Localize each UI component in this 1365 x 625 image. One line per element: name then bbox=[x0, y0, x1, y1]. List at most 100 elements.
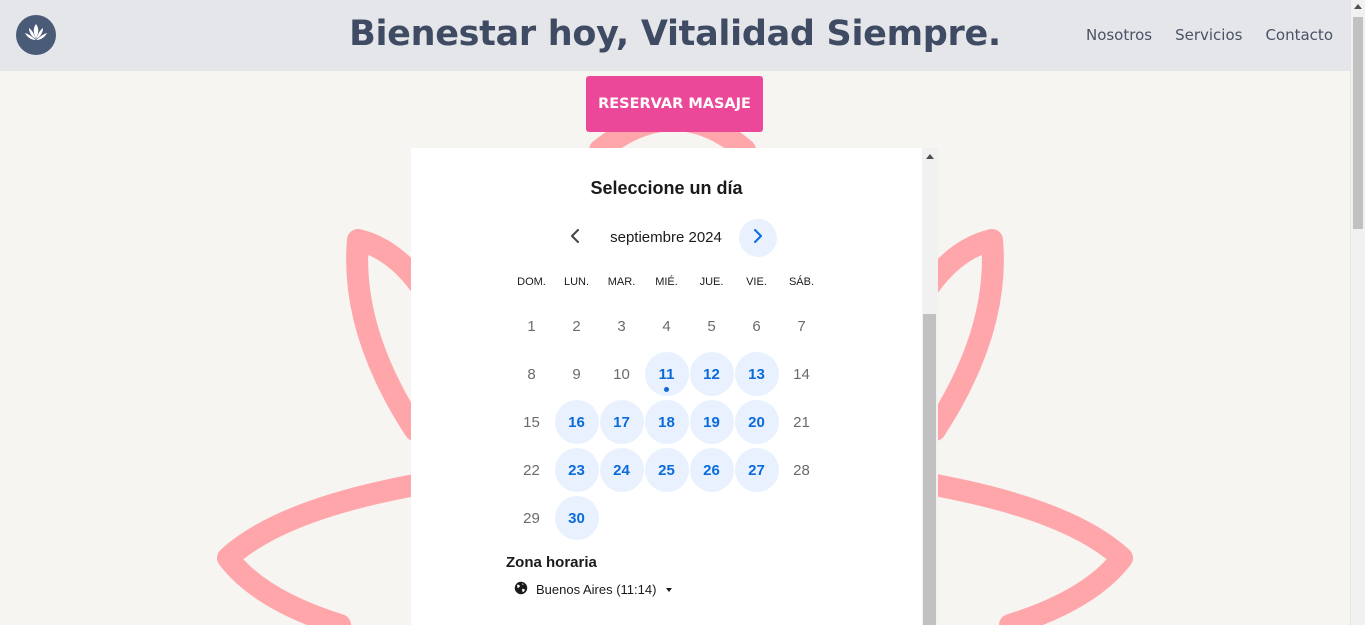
calendar-day-number[interactable]: 24 bbox=[599, 448, 644, 492]
calendar-day-number: 8 bbox=[527, 365, 536, 383]
main-nav: Nosotros Servicios Contacto bbox=[1086, 26, 1333, 44]
previous-month-button[interactable] bbox=[556, 219, 594, 257]
calendar-day-available[interactable]: 27 bbox=[734, 446, 779, 494]
calendar-day-number[interactable]: 16 bbox=[554, 400, 599, 444]
calendar-day-unavailable: 14 bbox=[779, 350, 824, 398]
booking-widget: Seleccione un día septiembre 2024 DOM. L… bbox=[411, 148, 922, 625]
calendar-day-unavailable: 8 bbox=[509, 350, 554, 398]
calendar-day-unavailable: 2 bbox=[554, 302, 599, 350]
scroll-up-arrow-icon[interactable] bbox=[926, 154, 934, 159]
calendar-day-unavailable: 5 bbox=[689, 302, 734, 350]
calendar-day-unavailable: 21 bbox=[779, 398, 824, 446]
calendar-day-available[interactable]: 25 bbox=[644, 446, 689, 494]
globe-icon bbox=[514, 581, 528, 598]
nav-link-servicios[interactable]: Servicios bbox=[1175, 26, 1242, 44]
calendar-day-number: 4 bbox=[662, 317, 671, 335]
calendar-week-row: 1 2 3 4 5 6 7 bbox=[509, 302, 824, 350]
calendar-day-number[interactable]: 23 bbox=[554, 448, 599, 492]
calendar-week-row: 15 16 17 18 19 20 21 bbox=[509, 398, 824, 446]
calendar-day-number[interactable]: 13 bbox=[734, 352, 779, 396]
page-scrollbar-thumb[interactable] bbox=[1353, 17, 1363, 229]
weekday-label: SÁB. bbox=[788, 276, 815, 288]
calendar-day-available[interactable]: 18 bbox=[644, 398, 689, 446]
calendar-day-number[interactable]: 20 bbox=[734, 400, 779, 444]
calendar-day-available[interactable]: 26 bbox=[689, 446, 734, 494]
today-indicator-dot bbox=[664, 387, 669, 392]
calendar-day-number[interactable]: 25 bbox=[644, 448, 689, 492]
calendar-day-number: 22 bbox=[523, 461, 540, 479]
site-header: Bienestar hoy, Vitalidad Siempre. Nosotr… bbox=[0, 0, 1350, 71]
weekday-label: MAR. bbox=[607, 276, 636, 288]
calendar-day-number[interactable]: 18 bbox=[644, 400, 689, 444]
calendar-day-unavailable: 3 bbox=[599, 302, 644, 350]
calendar-week-row: 22 23 24 25 26 27 28 bbox=[509, 446, 824, 494]
timezone-selector[interactable]: Buenos Aires (11:14) bbox=[514, 581, 673, 598]
calendar-day-number: 28 bbox=[793, 461, 810, 479]
select-day-title: Seleccione un día bbox=[590, 178, 743, 198]
chevron-left-icon bbox=[570, 228, 580, 248]
calendar-weeks: 1 2 3 4 5 6 7 8 9 10 11 12 13 14 15 16 17 18 19 20 21 22 23 24 2… bbox=[509, 302, 824, 542]
calendar-day-number: 10 bbox=[613, 365, 630, 383]
calendar-day-unavailable: 28 bbox=[779, 446, 824, 494]
calendar-grid: DOM. LUN. MAR. MIÉ. JUE. VIE. SÁB. 12345… bbox=[509, 270, 824, 542]
caret-down-icon bbox=[666, 587, 673, 592]
calendar-day-available[interactable]: 19 bbox=[689, 398, 734, 446]
calendar-day-number[interactable]: 19 bbox=[689, 400, 734, 444]
widget-scrollbar[interactable] bbox=[922, 148, 938, 625]
widget-scrollbar-thumb[interactable] bbox=[923, 314, 936, 625]
calendar-day-available[interactable]: 24 bbox=[599, 446, 644, 494]
calendar-day-number[interactable]: 26 bbox=[689, 448, 734, 492]
calendar-day-number: 15 bbox=[523, 413, 540, 431]
calendar-day-available[interactable]: 11 bbox=[644, 350, 689, 398]
calendar-day-number: 9 bbox=[572, 365, 581, 383]
weekday-label: LUN. bbox=[563, 276, 590, 288]
weekday-header-row: DOM. LUN. MAR. MIÉ. JUE. VIE. SÁB. bbox=[509, 270, 824, 294]
calendar-day-number: 7 bbox=[797, 317, 806, 335]
calendar-day-number[interactable]: 30 bbox=[554, 496, 599, 540]
page-scrollbar[interactable] bbox=[1350, 0, 1365, 625]
calendar-day-number: 5 bbox=[707, 317, 716, 335]
calendar-week-row: 8 9 10 11 12 13 14 bbox=[509, 350, 824, 398]
calendar-day-number[interactable]: 17 bbox=[599, 400, 644, 444]
weekday-label: MIÉ. bbox=[655, 276, 678, 288]
calendar-day-available[interactable]: 16 bbox=[554, 398, 599, 446]
calendar-day-unavailable: 29 bbox=[509, 494, 554, 542]
calendar-day-unavailable: 9 bbox=[554, 350, 599, 398]
calendar-day-number: 29 bbox=[523, 509, 540, 527]
calendar-day-number: 21 bbox=[793, 413, 810, 431]
calendar-day-number: 2 bbox=[572, 317, 581, 335]
calendar-day-number: 14 bbox=[793, 365, 810, 383]
calendar-day-unavailable: 10 bbox=[599, 350, 644, 398]
nav-link-contacto[interactable]: Contacto bbox=[1265, 26, 1333, 44]
next-month-button[interactable] bbox=[739, 219, 777, 257]
calendar-day-unavailable: 15 bbox=[509, 398, 554, 446]
calendar-day-number[interactable]: 12 bbox=[689, 352, 734, 396]
calendar-day-number: 1 bbox=[527, 317, 536, 335]
book-massage-button[interactable]: RESERVAR MASAJE bbox=[586, 76, 763, 132]
calendar-day-number: 3 bbox=[617, 317, 626, 335]
calendar-day-unavailable: 7 bbox=[779, 302, 824, 350]
calendar-day-unavailable: 1 bbox=[509, 302, 554, 350]
calendar-day-number: 6 bbox=[752, 317, 761, 335]
calendar-day-available[interactable]: 12 bbox=[689, 350, 734, 398]
calendar-day-available[interactable]: 30 bbox=[554, 494, 599, 542]
month-navigation: septiembre 2024 bbox=[411, 219, 922, 257]
calendar-day-available[interactable]: 20 bbox=[734, 398, 779, 446]
calendar-day-unavailable: 6 bbox=[734, 302, 779, 350]
calendar-day-available[interactable]: 23 bbox=[554, 446, 599, 494]
calendar-day-unavailable: 4 bbox=[644, 302, 689, 350]
calendar-day-number[interactable]: 27 bbox=[734, 448, 779, 492]
calendar-day-available[interactable]: 13 bbox=[734, 350, 779, 398]
weekday-label: VIE. bbox=[746, 276, 767, 288]
calendar-week-row: 29 30 bbox=[509, 494, 824, 542]
scroll-up-arrow-icon[interactable] bbox=[1354, 4, 1362, 9]
weekday-label: JUE. bbox=[699, 276, 724, 288]
chevron-right-icon bbox=[753, 228, 763, 248]
weekday-label: DOM. bbox=[517, 276, 546, 288]
timezone-value: Buenos Aires (11:14) bbox=[536, 582, 657, 597]
calendar-day-available[interactable]: 17 bbox=[599, 398, 644, 446]
calendar-day-unavailable: 22 bbox=[509, 446, 554, 494]
nav-link-nosotros[interactable]: Nosotros bbox=[1086, 26, 1152, 44]
current-month-label: septiembre 2024 bbox=[610, 229, 722, 246]
timezone-title: Zona horaria bbox=[506, 554, 597, 571]
